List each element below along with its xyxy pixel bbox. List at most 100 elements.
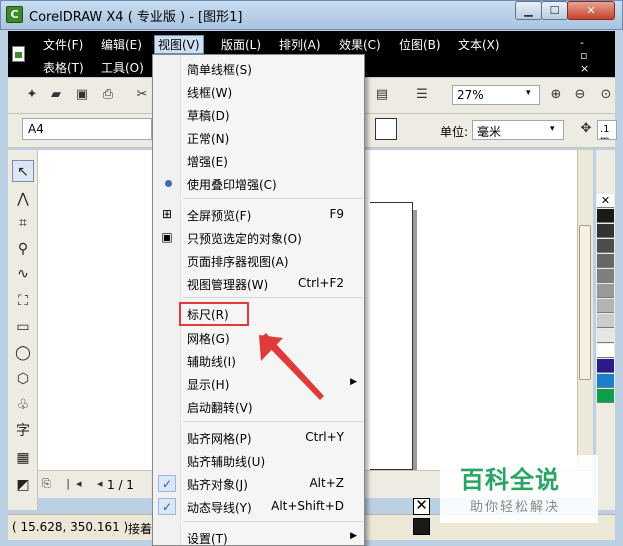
menu-item-label: 显示(H) xyxy=(187,378,230,392)
maximize-button[interactable]: ☐ xyxy=(541,1,568,20)
menu-item-draft[interactable]: 草稿(D) xyxy=(153,103,364,126)
menu-item-shortcut: Ctrl+Y xyxy=(305,430,344,444)
minimize-button[interactable]: ▁ xyxy=(515,1,542,20)
freehand-tool-icon[interactable]: ∿ xyxy=(12,263,34,285)
menu-item-normal[interactable]: 正常(N) xyxy=(153,126,364,149)
zoom-out-icon[interactable]: ⊖ xyxy=(572,87,588,103)
menu-item-page-sorter-view[interactable]: 页面排序器视图(A) xyxy=(153,249,364,272)
basic-shapes-tool-icon[interactable]: ♧ xyxy=(12,394,34,416)
palette-swatch[interactable] xyxy=(597,254,614,268)
coreldraw-app-icon[interactable]: C xyxy=(6,6,23,23)
menu-item-label: 使用叠印增强(C) xyxy=(187,178,277,192)
menu-item-snap-to-grid[interactable]: 贴齐网格(P) Ctrl+Y xyxy=(153,426,364,449)
menu-separator xyxy=(183,198,363,199)
menu-table[interactable]: 表格(T) xyxy=(40,58,87,77)
palette-swatch[interactable] xyxy=(597,344,614,358)
page-nav-buttons[interactable]: ⎘ |◂ ◂ xyxy=(42,477,109,491)
palette-swatch[interactable] xyxy=(597,299,614,313)
palette-swatch[interactable]: ✕ xyxy=(597,194,614,208)
nudge-move-icon: ✥ xyxy=(580,121,592,136)
menu-item-snap-to-guidelines[interactable]: 贴齐辅助线(U) xyxy=(153,449,364,472)
close-button[interactable]: ✕ xyxy=(567,1,615,20)
submenu-arrow-icon: ▶ xyxy=(350,377,357,387)
palette-swatch[interactable] xyxy=(597,374,614,388)
menu-item-dynamic-guides[interactable]: ✓ 动态导线(Y) Alt+Shift+D xyxy=(153,495,364,518)
menu-view[interactable]: 视图(V) xyxy=(154,35,204,54)
radio-dot-icon xyxy=(165,180,172,187)
vertical-scroll-thumb[interactable] xyxy=(579,225,591,380)
zoom-dropdown-arrow-icon[interactable]: ▾ xyxy=(526,88,531,98)
new-document-icon[interactable]: ✦ xyxy=(24,87,40,103)
zoom-in-icon[interactable]: ⊕ xyxy=(548,87,564,103)
menu-effects[interactable]: 效果(C) xyxy=(336,35,384,54)
shape-tool-icon[interactable]: ⋀ xyxy=(12,188,34,210)
portrait-layout-button[interactable] xyxy=(375,118,397,140)
menu-file[interactable]: 文件(F) xyxy=(40,35,86,54)
pick-tool-icon[interactable]: ↖ xyxy=(12,160,34,182)
palette-swatch[interactable] xyxy=(597,359,614,373)
menu-separator xyxy=(183,521,363,522)
menu-item-label: 草稿(D) xyxy=(187,109,230,123)
ellipse-tool-icon[interactable]: ◯ xyxy=(12,342,34,364)
print-icon[interactable]: ⎙ xyxy=(100,87,116,103)
menu-item-label: 设置(T) xyxy=(187,532,228,546)
menu-bitmaps[interactable]: 位图(B) xyxy=(396,35,444,54)
paper-size-select[interactable]: A4 xyxy=(22,118,152,140)
menu-item-setup[interactable]: 设置(T) ▶ xyxy=(153,526,364,546)
menu-item-wireframe[interactable]: 线框(W) xyxy=(153,80,364,103)
zoom-tool-icon[interactable]: ⚲ xyxy=(12,238,34,260)
menu-item-snap-to-objects[interactable]: ✓ 贴齐对象(J) Alt+Z xyxy=(153,472,364,495)
palette-swatch[interactable] xyxy=(597,314,614,328)
table-tool-icon[interactable]: ▦ xyxy=(12,447,34,469)
save-icon[interactable]: ▣ xyxy=(74,87,90,103)
document-icon[interactable] xyxy=(12,46,25,62)
menu-item-view-manager[interactable]: 视图管理器(W) Ctrl+F2 xyxy=(153,272,364,295)
unit-dropdown-arrow-icon[interactable]: ▾ xyxy=(550,124,555,134)
nudge-distance-input[interactable]: .1 m xyxy=(597,120,617,140)
palette-swatch[interactable] xyxy=(597,209,614,223)
palette-swatch[interactable] xyxy=(597,389,614,403)
menu-item-shortcut: Ctrl+F2 xyxy=(298,276,344,290)
menu-item-overprint-enhanced[interactable]: 使用叠印增强(C) xyxy=(153,172,364,195)
menu-layout[interactable]: 版面(L) xyxy=(218,35,264,54)
polygon-tool-icon[interactable]: ⬡ xyxy=(12,368,34,390)
menu-item-preview-selected[interactable]: ▣ 只预览选定的对象(O) xyxy=(153,226,364,249)
menu-text[interactable]: 文本(X) xyxy=(455,35,503,54)
menu-item-simple-wireframe[interactable]: 简单线框(S) xyxy=(153,57,364,80)
palette-swatch[interactable] xyxy=(597,284,614,298)
submenu-arrow-icon: ▶ xyxy=(350,531,357,541)
palette-swatch[interactable] xyxy=(597,269,614,283)
menu-separator xyxy=(183,297,363,298)
menu-edit[interactable]: 编辑(E) xyxy=(98,35,145,54)
application-launcher-icon[interactable]: ▤ xyxy=(374,87,390,103)
palette-swatch[interactable] xyxy=(597,239,614,253)
menu-tools[interactable]: 工具(O) xyxy=(98,58,147,77)
cut-icon[interactable]: ✂ xyxy=(134,87,150,103)
open-folder-icon[interactable]: ▰ xyxy=(48,87,64,103)
rectangle-tool-icon[interactable]: ▭ xyxy=(12,316,34,338)
menu-item-label: 启动翻转(V) xyxy=(187,401,253,415)
menu-item-full-screen-preview[interactable]: ⊞ 全屏预览(F) F9 xyxy=(153,203,364,226)
outline-color-indicator[interactable] xyxy=(413,518,430,535)
menu-item-shortcut: Alt+Shift+D xyxy=(271,499,344,513)
welcome-screen-icon[interactable]: ☰ xyxy=(414,87,430,103)
crop-tool-icon[interactable]: ⌗ xyxy=(12,212,34,234)
page-boundary xyxy=(370,202,413,470)
unit-label: 单位: xyxy=(440,125,469,139)
zoom-extra-icon[interactable]: ⊙ xyxy=(598,87,614,103)
menu-arrange[interactable]: 排列(A) xyxy=(276,35,324,54)
menu-item-label: 简单线框(S) xyxy=(187,63,252,77)
palette-swatch[interactable] xyxy=(597,224,614,238)
smart-fill-tool-icon[interactable]: ⛶ xyxy=(12,290,34,312)
facing-pages-button[interactable] xyxy=(402,121,424,139)
watermark-title: 百科全说 xyxy=(460,466,560,494)
menu-item-enhanced[interactable]: 增强(E) xyxy=(153,149,364,172)
text-tool-icon[interactable]: 字 xyxy=(12,420,34,442)
document-window-controls[interactable]: - ▫ × xyxy=(580,36,623,75)
menu-item-shortcut: Alt+Z xyxy=(309,476,344,490)
menu-separator xyxy=(183,421,363,422)
interactive-fill-tool-icon[interactable]: ◩ xyxy=(12,474,34,496)
ruler-highlight-box xyxy=(179,302,249,326)
menu-item-label: 辅助线(I) xyxy=(187,355,236,369)
palette-swatch[interactable] xyxy=(597,329,614,343)
